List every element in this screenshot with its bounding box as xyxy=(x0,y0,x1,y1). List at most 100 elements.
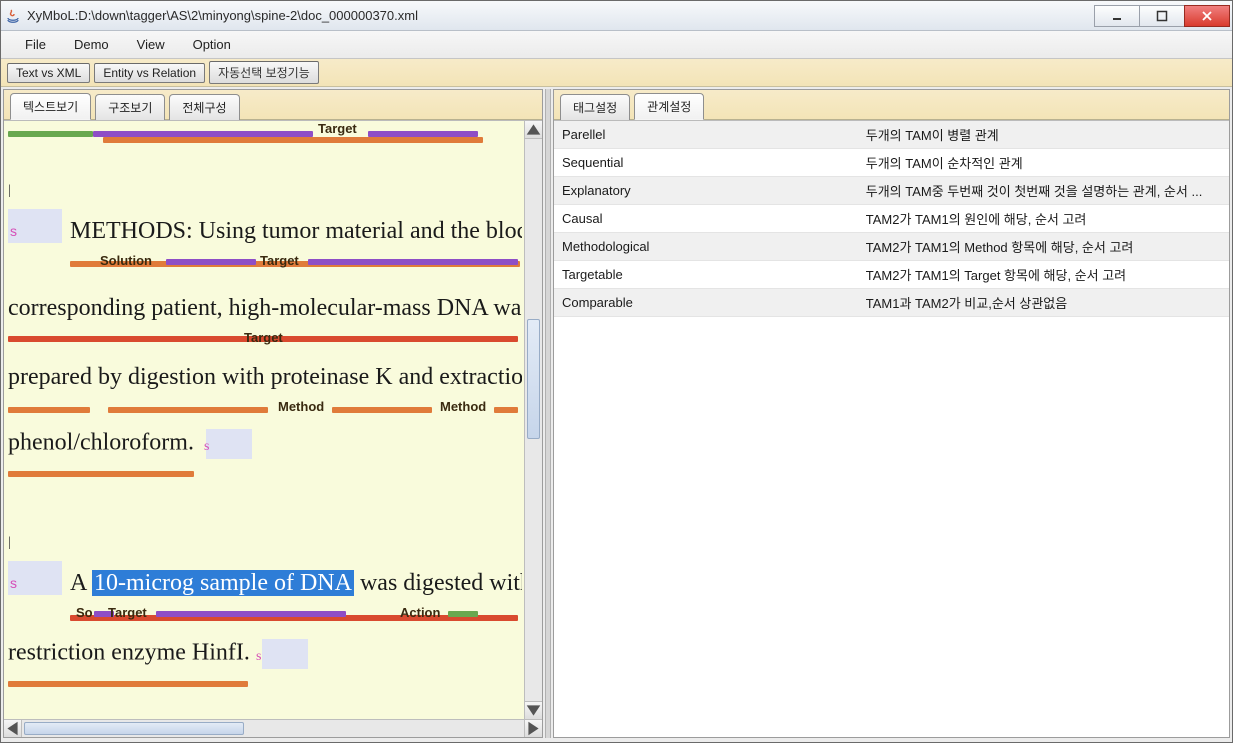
minimize-button[interactable] xyxy=(1094,5,1140,27)
mark-orange-4c xyxy=(332,407,432,413)
hscroll-thumb[interactable] xyxy=(24,722,244,735)
left-pane: 텍스트보기 구조보기 전체구성 Target | xyxy=(3,89,543,738)
menu-option[interactable]: Option xyxy=(179,33,245,56)
tab-relation-settings[interactable]: 관계설정 xyxy=(634,93,704,120)
menubar: File Demo View Option xyxy=(1,31,1232,59)
scroll-track[interactable] xyxy=(525,139,542,701)
titlebar: XyMboL:D:\down\tagger\AS\2\minyong\spine… xyxy=(1,1,1232,31)
tab-struct-view[interactable]: 구조보기 xyxy=(95,94,165,120)
s-letter-3: s xyxy=(10,575,17,591)
relation-desc: TAM2가 TAM1의 Target 항목에 해당, 순서 고려 xyxy=(858,261,1229,289)
mark-row-7 xyxy=(8,679,522,697)
relation-name: Sequential xyxy=(554,149,858,177)
table-row[interactable]: CausalTAM2가 TAM1의 원인에 해당, 순서 고려 xyxy=(554,205,1229,233)
menu-file[interactable]: File xyxy=(11,33,60,56)
maximize-button[interactable] xyxy=(1139,5,1185,27)
mark-row-0: Target xyxy=(8,123,522,141)
tag-action: Action xyxy=(400,605,440,620)
scroll-thumb[interactable] xyxy=(527,319,540,439)
table-row[interactable]: Parellel두개의 TAM이 병렬 관계 xyxy=(554,121,1229,149)
relation-table: Parellel두개의 TAM이 병렬 관계Sequential두개의 TAM이… xyxy=(554,121,1229,317)
split-divider[interactable] xyxy=(545,89,551,738)
close-button[interactable] xyxy=(1184,5,1230,27)
mark-purple-4 xyxy=(308,259,518,265)
mode-bar: Text vs XML Entity vs Relation 자동선택 보정기능 xyxy=(1,59,1232,87)
tag-method-1: Method xyxy=(278,399,324,414)
right-tabstrip: 태그설정 관계설정 xyxy=(554,90,1229,120)
tag-target-label: Target xyxy=(318,123,357,136)
mark-orange-4b xyxy=(108,407,268,413)
tag-target-3: Target xyxy=(244,330,283,345)
table-row[interactable]: Sequential두개의 TAM이 순차적인 관계 xyxy=(554,149,1229,177)
relation-desc: 두개의 TAM이 병렬 관계 xyxy=(858,121,1229,149)
content: 텍스트보기 구조보기 전체구성 Target | xyxy=(1,87,1232,742)
horizontal-scrollbar[interactable] xyxy=(4,719,542,737)
window-buttons xyxy=(1095,5,1230,27)
mark-row-4: Method Method xyxy=(8,401,522,419)
doc-line-5: phenol/chloroform. s xyxy=(8,429,522,459)
document-viewport: Target | s METHODS: Using tumor material… xyxy=(4,120,542,737)
menu-view[interactable]: View xyxy=(123,33,179,56)
mark-orange-4a xyxy=(8,407,90,413)
relation-table-wrap: Parellel두개의 TAM이 병렬 관계Sequential두개의 TAM이… xyxy=(554,120,1229,737)
scroll-left-icon[interactable] xyxy=(4,720,22,737)
mark-row-5 xyxy=(8,469,522,487)
relation-name: Causal xyxy=(554,205,858,233)
relation-name: Methodological xyxy=(554,233,858,261)
scroll-down-icon[interactable] xyxy=(525,701,542,719)
left-tabstrip: 텍스트보기 구조보기 전체구성 xyxy=(4,90,542,120)
relation-desc: TAM1과 TAM2가 비교,순서 상관없음 xyxy=(858,289,1229,317)
mode-text-xml[interactable]: Text vs XML xyxy=(7,63,90,83)
relation-name: Explanatory xyxy=(554,177,858,205)
mark-orange-4d xyxy=(494,407,518,413)
doc-text-6-pre: A xyxy=(70,570,92,596)
window: XyMboL:D:\down\tagger\AS\2\minyong\spine… xyxy=(0,0,1233,743)
table-row[interactable]: MethodologicalTAM2가 TAM1의 Method 항목에 해당,… xyxy=(554,233,1229,261)
scroll-right-icon[interactable] xyxy=(524,720,542,737)
menu-demo[interactable]: Demo xyxy=(60,33,123,56)
doc-text-5: phenol/chloroform. xyxy=(8,430,194,456)
tag-method-2: Method xyxy=(440,399,486,414)
scroll-up-icon[interactable] xyxy=(525,121,542,139)
mark-row-2: Solution Target xyxy=(8,255,522,273)
mark-green-6 xyxy=(448,611,478,617)
mode-entity-relation[interactable]: Entity vs Relation xyxy=(94,63,205,83)
table-row[interactable]: Explanatory두개의 TAM중 두번째 것이 첫번째 것을 설명하는 관… xyxy=(554,177,1229,205)
mark-purple-6b xyxy=(156,611,346,617)
tab-full-view[interactable]: 전체구성 xyxy=(169,94,239,120)
s-box-2 xyxy=(206,429,252,459)
doc-line-3: corresponding patient, high-molecular-ma… xyxy=(8,295,522,322)
relation-desc: 두개의 TAM중 두번째 것이 첫번째 것을 설명하는 관계, 순서 ... xyxy=(858,177,1229,205)
s-box-4 xyxy=(262,639,308,669)
vertical-scrollbar[interactable] xyxy=(524,121,542,719)
mark-row-6: So Target Action xyxy=(8,607,522,625)
s-letter-4: s xyxy=(256,649,261,665)
s-letter-2: s xyxy=(204,439,209,455)
tag-solution: Solution xyxy=(100,253,152,268)
right-pane: 태그설정 관계설정 Parellel두개의 TAM이 병렬 관계Sequenti… xyxy=(553,89,1230,738)
mark-orange-5 xyxy=(8,471,194,477)
s-letter: s xyxy=(10,223,17,239)
mode-auto-select[interactable]: 자동선택 보정기능 xyxy=(209,61,319,84)
tick-line-1: | xyxy=(8,183,522,199)
doc-text-6-highlight[interactable]: 10-microg sample of DNA xyxy=(92,570,354,596)
tag-target-6: Target xyxy=(108,605,147,620)
relation-name: Comparable xyxy=(554,289,858,317)
doc-line-6: s A 10-microg sample of DNA was digested… xyxy=(8,561,522,597)
document-area[interactable]: Target | s METHODS: Using tumor material… xyxy=(8,123,522,717)
mark-orange-7 xyxy=(8,681,248,687)
hscroll-track[interactable] xyxy=(22,720,524,737)
java-icon xyxy=(5,8,21,24)
doc-line-4: prepared by digestion with proteinase K … xyxy=(8,364,522,391)
relation-name: Parellel xyxy=(554,121,858,149)
tick-line-2: | xyxy=(8,535,522,551)
tag-so: So xyxy=(76,605,93,620)
table-row[interactable]: ComparableTAM1과 TAM2가 비교,순서 상관없음 xyxy=(554,289,1229,317)
tab-text-view[interactable]: 텍스트보기 xyxy=(10,93,91,120)
table-row[interactable]: TargetableTAM2가 TAM1의 Target 항목에 해당, 순서 … xyxy=(554,261,1229,289)
mark-purple-3 xyxy=(166,259,256,265)
doc-line-2: s METHODS: Using tumor material and the … xyxy=(8,209,522,245)
tag-target-2: Target xyxy=(260,253,299,268)
tab-tag-settings[interactable]: 태그설정 xyxy=(560,94,630,120)
doc-line-7: restriction enzyme HinfI. s xyxy=(8,639,522,669)
